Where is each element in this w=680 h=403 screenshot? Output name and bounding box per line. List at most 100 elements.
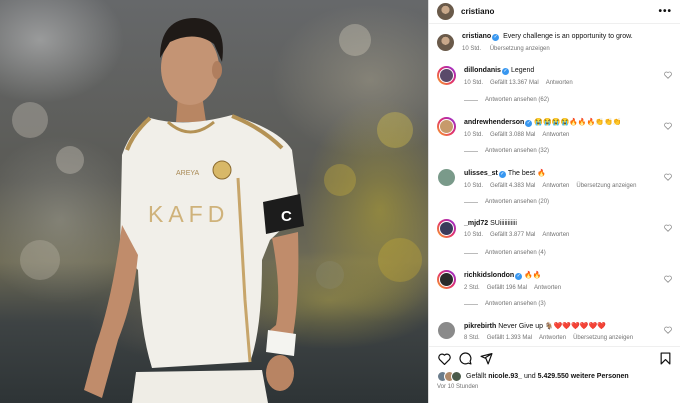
comment-item: ulisses_st ✓ The best 🔥 10 Std. Gefällt 4.38… <box>429 165 680 216</box>
commenter-avatar-image <box>439 221 454 236</box>
comment-username[interactable]: ulisses_st <box>464 170 498 177</box>
comment-item: richkidslondon ✓ 🔥🔥 2 Std. Gefällt 196 Mal An… <box>429 267 680 318</box>
comment-item: dillondanis ✓ Legend 10 Std. Gefällt 13.367 … <box>429 63 680 114</box>
comment-likes[interactable]: Gefällt 196 Mal <box>487 285 527 291</box>
commenter-avatar-image <box>439 272 454 287</box>
likes-prefix: Gefällt <box>466 373 487 380</box>
comment-like-heart-icon[interactable] <box>664 224 672 234</box>
comment-likes[interactable]: Gefällt 3.877 Mal <box>490 232 535 238</box>
comment-like-heart-icon[interactable] <box>664 71 672 81</box>
commenter-avatar-image <box>439 68 454 83</box>
comment-text: Legend <box>510 67 535 74</box>
comment-like-heart-icon[interactable] <box>664 122 672 132</box>
player-illustration: C KAFD AREYA <box>12 18 422 403</box>
view-replies-label[interactable]: Antworten ansehen (4) <box>485 250 546 256</box>
comment-reply-button[interactable]: Antworten <box>534 285 561 291</box>
comment-time[interactable]: 10 Std. <box>464 80 483 86</box>
comment-username[interactable]: dillondanis <box>464 67 501 74</box>
commenter-avatar-image <box>438 322 455 339</box>
likes-count[interactable]: 5.429.550 weitere Personen <box>538 373 629 380</box>
liker-avatars[interactable] <box>437 371 462 382</box>
more-horizontal-icon[interactable]: ••• <box>658 6 672 17</box>
view-replies-button[interactable]: Antworten ansehen (20) <box>464 199 549 205</box>
post-actions-bar <box>429 346 680 370</box>
view-replies-label[interactable]: Antworten ansehen (62) <box>485 97 549 103</box>
commenter-avatar[interactable] <box>437 270 456 289</box>
view-replies-button[interactable]: Antworten ansehen (4) <box>464 250 546 256</box>
comment-like-heart-icon[interactable] <box>664 326 672 336</box>
comment-like-heart-icon[interactable] <box>664 275 672 285</box>
comment-reply-button[interactable]: Antworten <box>542 183 569 189</box>
verified-icon: ✓ <box>525 120 533 127</box>
likes-summary: Gefällt nicole.93_ und 5.429.550 weitere… <box>437 371 629 382</box>
verified-icon: ✓ <box>492 34 500 41</box>
heart-icon[interactable] <box>437 352 451 366</box>
replies-divider <box>464 99 478 101</box>
comment-reply-button[interactable]: Antworten <box>542 232 569 238</box>
comment-translate-link[interactable]: Übersetzung anzeigen <box>576 183 636 189</box>
share-icon[interactable] <box>479 352 493 366</box>
caption-translate-link[interactable]: Übersetzung anzeigen <box>490 46 550 52</box>
comments-thread[interactable]: cristiano ✓ Every challenge is an opportu… <box>429 25 680 344</box>
likes-first-user[interactable]: nicole.93_ <box>488 373 522 380</box>
author-avatar[interactable] <box>437 3 454 20</box>
comment-time[interactable]: 10 Std. <box>464 183 483 189</box>
commenter-avatar[interactable] <box>437 117 456 136</box>
comment-username[interactable]: _mjd72 <box>464 220 488 227</box>
comment-time[interactable]: 8 Std. <box>464 335 480 341</box>
shirt-sponsor-text: KAFD <box>148 201 229 227</box>
shirt-sleeve-text: AREYA <box>176 170 200 177</box>
comment-username[interactable]: andrewhenderson <box>464 119 524 126</box>
comment-likes[interactable]: Gefällt 4.383 Mal <box>490 183 535 189</box>
comment-reply-button[interactable]: Antworten <box>539 335 566 341</box>
comment-likes[interactable]: Gefällt 3.088 Mal <box>490 132 535 138</box>
posted-ago[interactable]: Vor 10 Stunden <box>437 384 478 390</box>
comment-item: andrewhenderson ✓ 😭😭😭😭🔥🔥🔥👏👏👏 10 Std. Gefällt… <box>429 114 680 165</box>
post-caption: cristiano ✓ Every challenge is an opportu… <box>429 25 680 63</box>
comment-like-heart-icon[interactable] <box>664 173 672 183</box>
comment-translate-link[interactable]: Übersetzung anzeigen <box>573 335 633 341</box>
view-replies-button[interactable]: Antworten ansehen (3) <box>464 301 546 307</box>
author-username[interactable]: cristiano <box>461 7 494 16</box>
view-replies-button[interactable]: Antworten ansehen (62) <box>464 97 549 103</box>
comment-icon[interactable] <box>458 352 472 366</box>
view-replies-label[interactable]: Antworten ansehen (32) <box>485 148 549 154</box>
caption-time[interactable]: 10 Std. <box>462 46 481 52</box>
verified-icon: ✓ <box>501 68 509 75</box>
comment-item: pikrebirth Never Give up 🐐❤️❤️❤️❤️❤️❤️ 8 … <box>429 318 680 344</box>
replies-divider <box>464 252 478 254</box>
post-header: cristiano ••• <box>429 0 680 24</box>
bookmark-icon[interactable] <box>658 352 672 366</box>
commenter-avatar[interactable] <box>437 219 456 238</box>
commenter-avatar[interactable] <box>437 168 456 187</box>
comment-text: Never Give up 🐐❤️❤️❤️❤️❤️❤️ <box>498 323 606 330</box>
comment-username[interactable]: richkidslondon <box>464 272 514 279</box>
comment-time[interactable]: 2 Std. <box>464 285 480 291</box>
comment-username[interactable]: pikrebirth <box>464 323 496 330</box>
comment-item: _mjd72 SUiiiiiiiiiii 10 Std. Gefällt 3.877… <box>429 216 680 267</box>
likes-middle: und <box>524 373 536 380</box>
comment-likes[interactable]: Gefällt 13.367 Mal <box>490 80 539 86</box>
comment-likes[interactable]: Gefällt 1.393 Mal <box>487 335 532 341</box>
comment-time[interactable]: 10 Std. <box>464 232 483 238</box>
caption-username[interactable]: cristiano <box>462 33 491 40</box>
verified-icon: ✓ <box>498 171 506 178</box>
comment-list: dillondanis ✓ Legend 10 Std. Gefällt 13.367 … <box>429 63 680 344</box>
commenter-avatar[interactable] <box>437 66 456 85</box>
verified-icon: ✓ <box>515 273 523 280</box>
comment-text: 😭😭😭😭🔥🔥🔥👏👏👏 <box>534 119 622 126</box>
liker-avatar <box>451 371 462 382</box>
comment-reply-button[interactable]: Antworten <box>546 80 573 86</box>
comment-reply-button[interactable]: Antworten <box>542 132 569 138</box>
view-replies-label[interactable]: Antworten ansehen (3) <box>485 301 546 307</box>
commenter-avatar-image <box>439 119 454 134</box>
commenter-avatar[interactable] <box>437 321 456 340</box>
post-photo[interactable]: C KAFD AREYA <box>0 0 428 403</box>
view-replies-button[interactable]: Antworten ansehen (32) <box>464 148 549 154</box>
replies-divider <box>464 303 478 305</box>
caption-avatar[interactable] <box>437 34 454 51</box>
view-replies-label[interactable]: Antworten ansehen (20) <box>485 199 549 205</box>
comment-time[interactable]: 10 Std. <box>464 132 483 138</box>
captain-band-text: C <box>281 208 292 225</box>
replies-divider <box>464 201 478 203</box>
